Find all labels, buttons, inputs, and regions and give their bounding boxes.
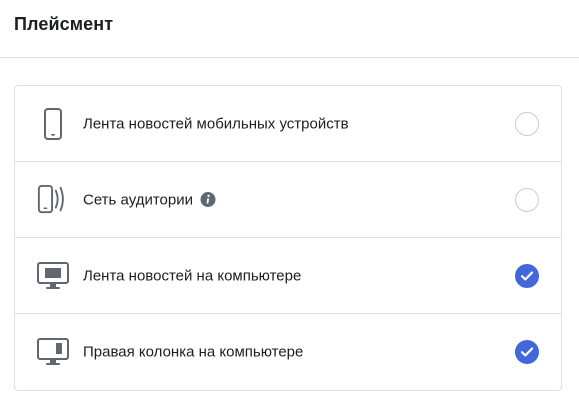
section-title: Плейсмент xyxy=(14,14,114,34)
placement-label: Правая колонка на компьютере xyxy=(83,343,304,361)
placement-list: Лента новостей мобильных устройств Сеть … xyxy=(14,85,562,391)
placement-radio-checked[interactable] xyxy=(515,340,539,364)
placement-label: Лента новостей мобильных устройств xyxy=(83,115,349,132)
audience-network-icon xyxy=(37,184,69,216)
placement-row-desktop-right-column[interactable]: Правая колонка на компьютере xyxy=(15,314,561,390)
section-header: Плейсмент xyxy=(0,0,579,58)
placement-label: Лента новостей на компьютере xyxy=(83,267,302,284)
desktop-right-column-icon xyxy=(37,336,69,368)
checkmark-icon xyxy=(520,347,534,357)
placement-label: Сеть аудитории xyxy=(83,191,193,208)
placement-row-mobile-feed[interactable]: Лента новостей мобильных устройств xyxy=(15,86,561,162)
placement-row-audience-network[interactable]: Сеть аудитории xyxy=(15,162,561,238)
mobile-phone-icon xyxy=(37,107,69,140)
placement-radio-unchecked[interactable] xyxy=(515,187,539,212)
placement-row-desktop-feed[interactable]: Лента новостей на компьютере xyxy=(15,238,561,314)
checkmark-icon xyxy=(520,271,534,280)
placement-radio-unchecked[interactable] xyxy=(515,111,539,136)
info-icon[interactable] xyxy=(200,192,216,208)
desktop-feed-icon xyxy=(37,260,69,292)
placement-label-wrap: Сеть аудитории xyxy=(83,191,216,208)
placement-radio-checked[interactable] xyxy=(515,263,539,288)
